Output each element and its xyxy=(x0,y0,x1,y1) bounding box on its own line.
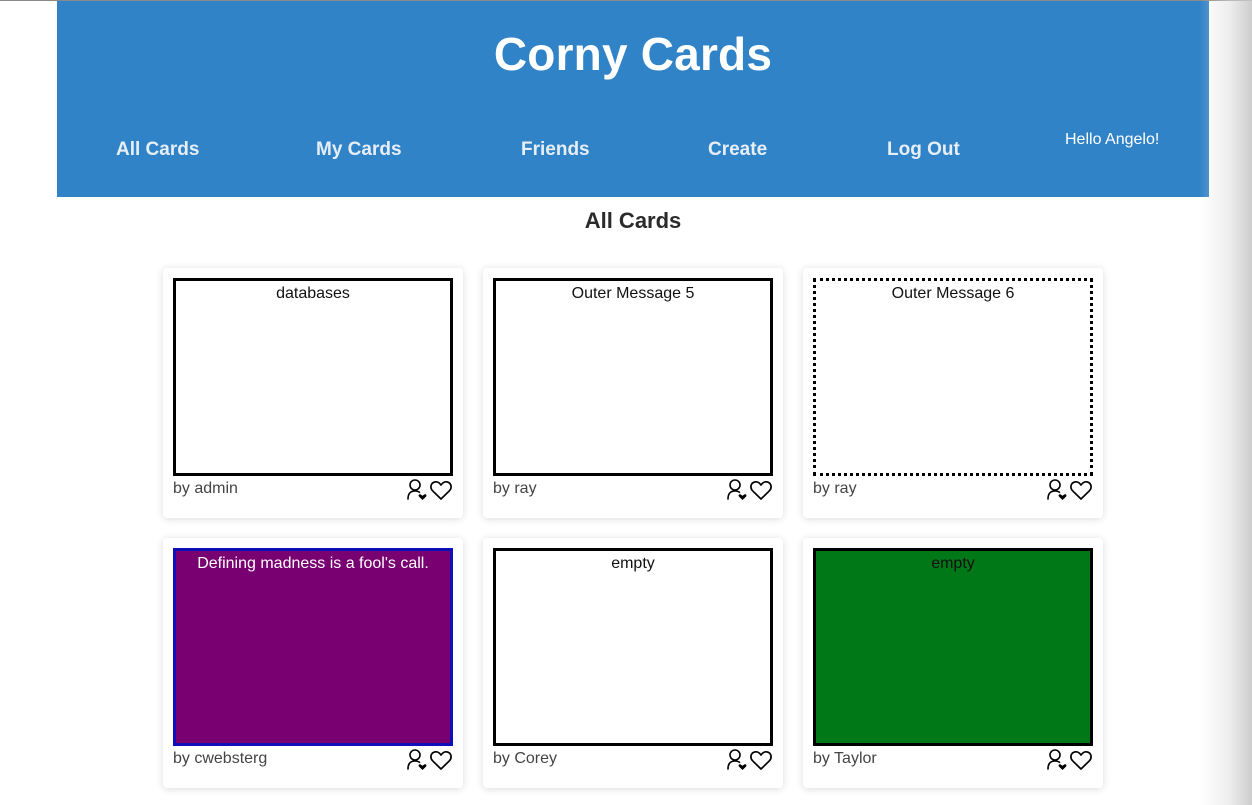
card-actions xyxy=(725,478,773,502)
nav-log-out[interactable]: Log Out xyxy=(887,139,960,161)
card-face[interactable]: databases xyxy=(173,278,453,476)
card-actions xyxy=(1045,478,1093,502)
user-heart-icon[interactable] xyxy=(725,748,749,772)
card-face[interactable]: Outer Message 5 xyxy=(493,278,773,476)
card-face[interactable]: Outer Message 6 xyxy=(813,278,1093,476)
page: Corny Cards All Cards My Cards Friends C… xyxy=(0,0,1252,805)
card-message: databases xyxy=(276,285,350,302)
user-heart-icon[interactable] xyxy=(725,478,749,502)
card-author: by ray xyxy=(813,480,857,497)
card-item[interactable]: Outer Message 5 by ray xyxy=(483,268,783,518)
card-actions xyxy=(405,478,453,502)
card-message: Outer Message 5 xyxy=(571,285,695,302)
card-author: by Taylor xyxy=(813,750,877,767)
card-message: Defining madness is a fool's call. xyxy=(197,555,429,572)
nav-all-cards[interactable]: All Cards xyxy=(116,139,199,161)
user-heart-icon[interactable] xyxy=(1045,478,1069,502)
card-author: by Corey xyxy=(493,750,558,767)
nav-friends[interactable]: Friends xyxy=(521,139,590,161)
card-face[interactable]: empty xyxy=(813,548,1093,746)
heart-icon[interactable] xyxy=(749,748,773,772)
heart-icon[interactable] xyxy=(429,478,453,502)
card-item[interactable]: empty by Taylor xyxy=(803,538,1103,788)
nav-create[interactable]: Create xyxy=(708,139,767,161)
heart-icon[interactable] xyxy=(429,748,453,772)
card-actions xyxy=(1045,748,1093,772)
nav-my-cards[interactable]: My Cards xyxy=(316,139,402,161)
window-edge-shadow xyxy=(1200,0,1252,805)
user-greeting: Hello Angelo! xyxy=(1065,131,1160,148)
page-title: All Cards xyxy=(584,208,682,233)
site-title: Corny Cards xyxy=(493,28,773,80)
card-author: by cwebsterg xyxy=(173,750,268,767)
heart-icon[interactable] xyxy=(1069,478,1093,502)
card-author: by ray xyxy=(493,480,537,497)
card-face[interactable]: empty xyxy=(493,548,773,746)
card-item[interactable]: Defining madness is a fool's call. by cw… xyxy=(163,538,463,788)
heart-icon[interactable] xyxy=(749,478,773,502)
card-author: by admin xyxy=(173,480,238,497)
user-heart-icon[interactable] xyxy=(405,748,429,772)
card-message: Outer Message 6 xyxy=(891,285,1015,302)
card-item[interactable]: databases by admin xyxy=(163,268,463,518)
card-item[interactable]: Outer Message 6 by ray xyxy=(803,268,1103,518)
card-face[interactable]: Defining madness is a fool's call. xyxy=(173,548,453,746)
card-item[interactable]: empty by Corey xyxy=(483,538,783,788)
user-heart-icon[interactable] xyxy=(405,478,429,502)
heart-icon[interactable] xyxy=(1069,748,1093,772)
user-heart-icon[interactable] xyxy=(1045,748,1069,772)
card-message: empty xyxy=(931,555,975,572)
card-actions xyxy=(725,748,773,772)
site-header: Corny Cards All Cards My Cards Friends C… xyxy=(57,1,1209,197)
card-actions xyxy=(405,748,453,772)
card-message: empty xyxy=(611,555,655,572)
